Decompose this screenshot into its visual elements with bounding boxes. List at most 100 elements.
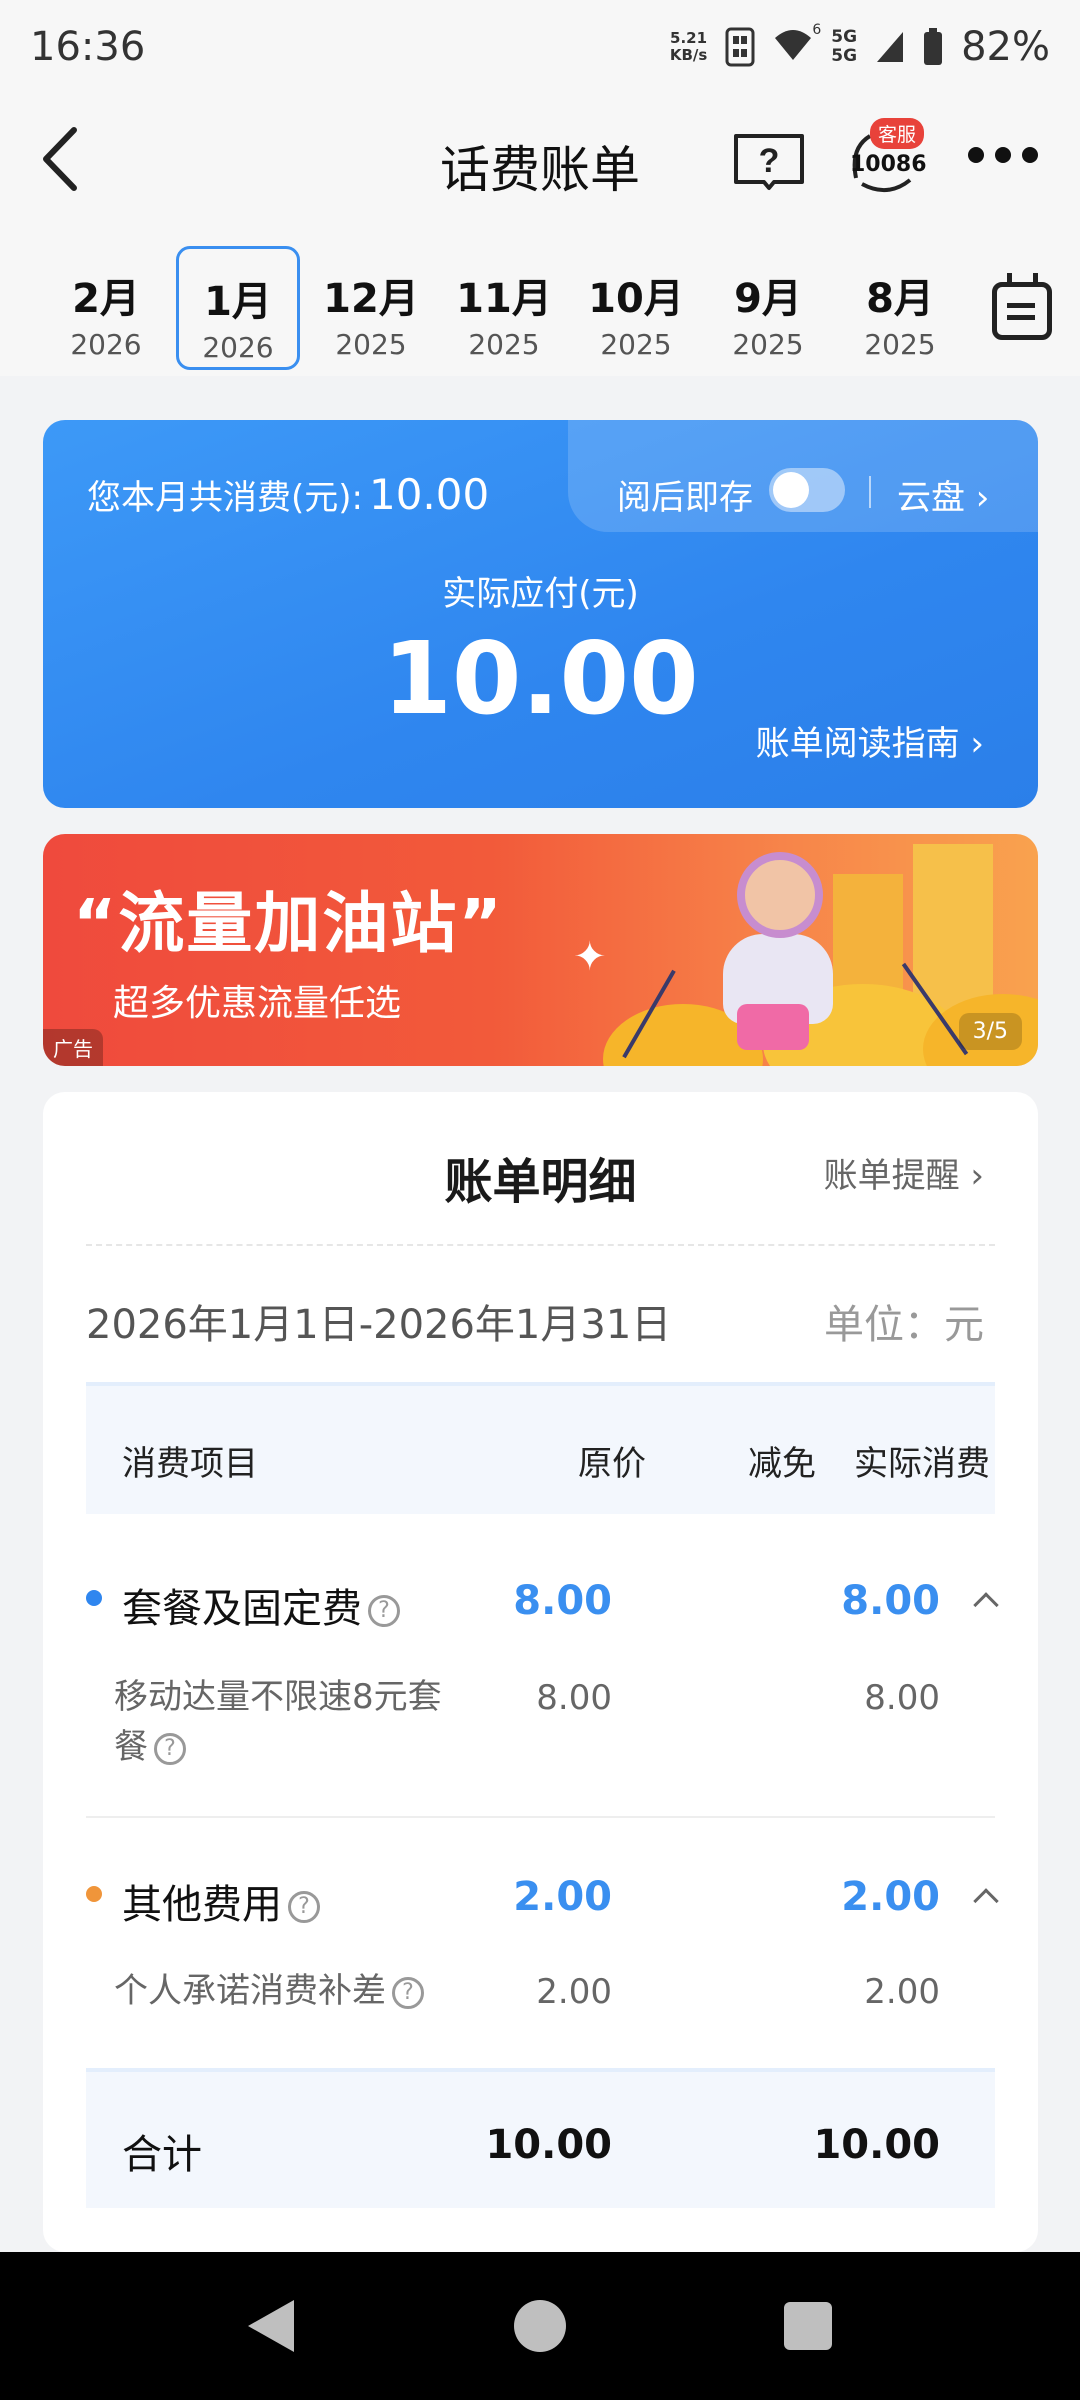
more-options-button[interactable] <box>968 140 1038 170</box>
monthly-total-value: 10.00 <box>368 470 490 519</box>
month-tab-selected[interactable]: 1月 2026 <box>176 246 300 370</box>
group-original-price: 8.00 <box>513 1578 612 1624</box>
nav-home-icon[interactable] <box>514 2300 566 2352</box>
customer-service-button[interactable]: 客服 10086 <box>848 118 927 200</box>
customer-service-badge: 客服 <box>870 118 925 149</box>
fee-group-name: 其他费用? <box>122 1872 320 1930</box>
monthly-total-label: 您本月共消费(元): <box>87 478 363 518</box>
title-bar: 话费账单 ? 客服 10086 <box>0 96 1080 226</box>
bill-period: 2026年1月1日-2026年1月31日 <box>86 1302 672 1348</box>
bill-help-button[interactable]: ? <box>732 130 806 192</box>
month-label: 10月 <box>588 276 684 322</box>
calendar-icon <box>992 273 1052 340</box>
more-dot-icon <box>995 147 1011 163</box>
category-dot <box>86 1590 102 1606</box>
banner-page-indicator: 3/5 <box>958 1013 1022 1050</box>
column-header: 消费项目 <box>122 1444 258 1484</box>
fee-item-name: 个人承诺消费补差? <box>114 1966 424 2016</box>
total-row: 合计 10.00 10.00 <box>86 2068 995 2208</box>
banner-title: “流量加油站” <box>73 885 504 962</box>
svg-text:?: ? <box>759 142 780 180</box>
month-label: 11月 <box>456 276 552 322</box>
network-speed-unit: KB/s <box>669 46 708 64</box>
read-save-toggle[interactable] <box>769 468 845 512</box>
question-icon[interactable]: ? <box>368 1595 400 1627</box>
wifi-version-badge: 6 <box>812 22 822 38</box>
month-label: 1月 <box>204 279 272 325</box>
month-label: 9月 <box>734 276 802 322</box>
item-original-price: 2.00 <box>536 1972 612 2012</box>
year-label: 2025 <box>600 328 672 361</box>
group-original-price: 2.00 <box>513 1874 612 1920</box>
ad-label: 广告 <box>43 1029 103 1066</box>
nav-recents-icon[interactable] <box>784 2302 832 2350</box>
fee-group-header[interactable]: 套餐及固定费? 8.00 8.00 <box>86 1568 999 1632</box>
item-original-price: 8.00 <box>536 1678 612 1718</box>
status-time: 16:36 <box>30 24 146 70</box>
skier-illustration <box>737 1004 809 1050</box>
month-tab[interactable]: 2月 2026 <box>44 246 168 370</box>
sparkle-icon: ✦ <box>573 934 607 980</box>
chevron-up-icon[interactable] <box>973 1888 999 1914</box>
more-dot-icon <box>1022 147 1038 163</box>
month-tab[interactable]: 10月 2025 <box>574 246 698 370</box>
signal-label-2: 5G <box>831 46 858 66</box>
year-label: 2025 <box>864 328 936 361</box>
column-header: 原价 <box>578 1444 646 1484</box>
network-speed-value: 5.21 <box>670 29 708 47</box>
chevron-up-icon[interactable] <box>973 1592 999 1618</box>
skier-illustration <box>737 852 823 938</box>
bill-summary-card: 您本月共消费(元): 10.00 阅后即存 云盘 › 实际应付(元) 10.00 … <box>43 420 1038 808</box>
month-tab[interactable]: 11月 2025 <box>442 246 566 370</box>
read-save-label: 阅后即存 <box>617 478 753 518</box>
month-tab[interactable]: 9月 2025 <box>706 246 830 370</box>
month-label: 12月 <box>323 276 419 322</box>
year-label: 2025 <box>335 328 407 361</box>
cloud-drive-link[interactable]: 云盘 › <box>897 470 989 519</box>
table-header: 消费项目 原价 减免 实际消费 <box>86 1382 995 1514</box>
year-label: 2025 <box>732 328 804 361</box>
fee-group-header[interactable]: 其他费用? 2.00 2.00 <box>86 1864 999 1928</box>
signal-icon <box>877 32 904 62</box>
signal-label-1: 5G <box>831 27 858 47</box>
calendar-button[interactable] <box>958 226 1080 376</box>
year-label: 2026 <box>202 331 274 364</box>
fee-group-name: 套餐及固定费? <box>122 1576 400 1634</box>
cellular-labels: 5G 5G <box>831 28 857 66</box>
column-header: 实际消费 <box>854 1444 990 1484</box>
nav-back-icon[interactable] <box>248 2300 294 2352</box>
total-original-price: 10.00 <box>485 2122 612 2168</box>
item-actual-amount: 2.00 <box>864 1972 940 2012</box>
nfc-icon <box>725 27 755 67</box>
question-icon[interactable]: ? <box>392 1976 424 2009</box>
divider <box>86 1244 995 1246</box>
month-label: 2月 <box>72 276 140 322</box>
divider <box>869 476 871 508</box>
promo-banner[interactable]: ✦ “流量加油站” 超多优惠流量任选 广告 3/5 <box>43 834 1038 1066</box>
year-label: 2026 <box>70 328 142 361</box>
month-label: 8月 <box>866 276 934 322</box>
category-dot <box>86 1886 102 1902</box>
bill-guide-link[interactable]: 账单阅读指南 › <box>756 716 984 765</box>
fee-item-row: 移动达量不限速8元套 餐? 8.00 8.00 <box>86 1672 995 1782</box>
battery-percentage: 82% <box>961 24 1050 70</box>
battery-icon <box>924 28 943 65</box>
currency-unit: 单位：元 <box>824 1302 984 1348</box>
month-tab[interactable]: 12月 2025 <box>309 246 433 370</box>
monthly-total: 您本月共消费(元): 10.00 <box>87 470 489 519</box>
question-book-icon: ? <box>734 134 804 190</box>
amount-due-label: 实际应付(元) <box>442 574 639 614</box>
question-icon[interactable]: ? <box>154 1732 186 1765</box>
banner-subtitle: 超多优惠流量任选 <box>113 983 402 1024</box>
network-speed: 5.21 KB/s <box>670 30 707 64</box>
customer-service-number: 10086 <box>850 152 927 177</box>
bill-reminder-link[interactable]: 账单提醒 › <box>824 1148 984 1197</box>
year-label: 2025 <box>468 328 540 361</box>
question-icon[interactable]: ? <box>288 1891 320 1923</box>
fee-item-name-line-2: 餐? <box>114 1722 442 1772</box>
month-tab[interactable]: 8月 2025 <box>838 246 962 370</box>
fee-item-name: 移动达量不限速8元套 餐? <box>114 1672 442 1772</box>
item-actual-amount: 8.00 <box>864 1678 940 1718</box>
fee-item-row: 个人承诺消费补差? 2.00 2.00 <box>86 1966 995 2026</box>
wifi-icon <box>775 30 812 60</box>
